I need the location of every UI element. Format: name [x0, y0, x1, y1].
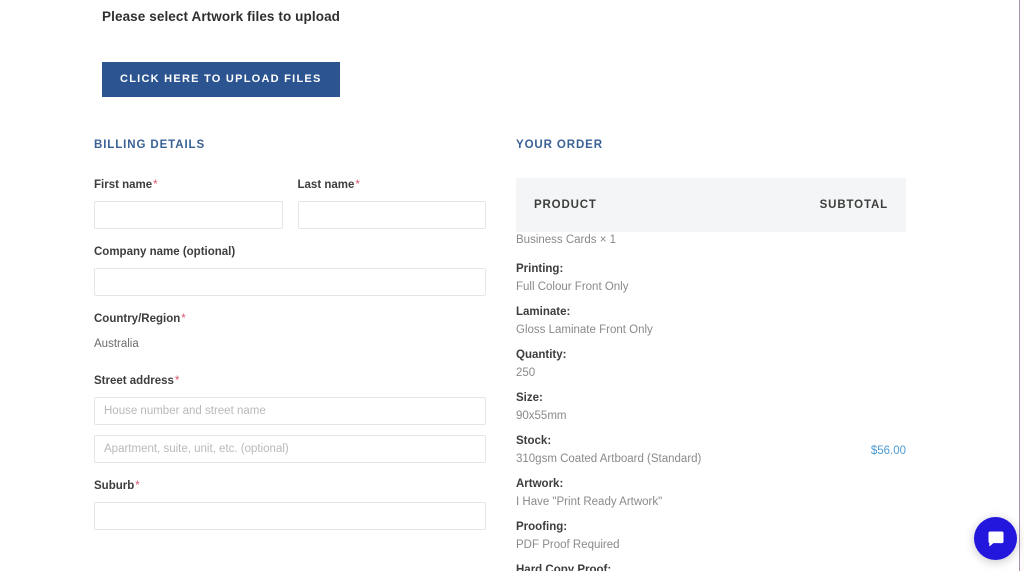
- chat-launcher-button[interactable]: [974, 517, 1017, 560]
- suburb-label: Suburb*: [94, 479, 486, 493]
- artwork-upload-title: Please select Artwork files to upload: [102, 8, 522, 26]
- name-field-row: First name* Last name*: [94, 178, 486, 245]
- order-meta-key: Printing:: [516, 262, 802, 277]
- order-meta-value: 310gsm Coated Artboard (Standard): [516, 452, 802, 467]
- order-item-subtotal-cell: $56.00: [802, 232, 906, 571]
- last-name-input[interactable]: [298, 201, 487, 229]
- order-meta-value: Full Colour Front Only: [516, 280, 802, 295]
- first-name-label: First name*: [94, 178, 283, 192]
- last-name-label-text: Last name: [298, 179, 355, 191]
- order-meta-value: PDF Proof Required: [516, 538, 802, 553]
- first-name-input[interactable]: [94, 201, 283, 229]
- country-region-value: Australia: [94, 335, 486, 352]
- order-meta-key: Size:: [516, 391, 802, 406]
- artwork-upload-section: Please select Artwork files to upload CL…: [102, 8, 522, 97]
- street-address-line2-input[interactable]: [94, 435, 486, 463]
- order-meta-key: Quantity:: [516, 348, 802, 363]
- order-meta-key: Proofing:: [516, 520, 802, 535]
- suburb-label-text: Suburb: [94, 480, 134, 492]
- first-name-label-text: First name: [94, 179, 152, 191]
- order-item-name: Business Cards × 1: [516, 232, 802, 248]
- order-column-product: PRODUCT: [516, 178, 802, 232]
- order-table-body: Business Cards × 1 Printing: Full Colour …: [516, 232, 906, 571]
- street-address-required-marker: *: [175, 375, 179, 387]
- order-meta-value: Gloss Laminate Front Only: [516, 323, 802, 338]
- order-line-item-row: Business Cards × 1 Printing: Full Colour …: [516, 232, 906, 571]
- billing-details-column: BILLING DETAILS First name* Last name* C…: [94, 138, 486, 546]
- your-order-heading: YOUR ORDER: [516, 138, 906, 152]
- order-meta-key: Stock:: [516, 434, 802, 449]
- first-name-required-marker: *: [153, 179, 157, 191]
- order-item-product-cell: Business Cards × 1 Printing: Full Colour …: [516, 232, 802, 571]
- country-region-field: Country/Region* Australia: [94, 312, 486, 352]
- last-name-field: Last name*: [298, 178, 487, 229]
- company-name-input[interactable]: [94, 268, 486, 296]
- suburb-input[interactable]: [94, 502, 486, 530]
- company-name-label: Company name (optional): [94, 245, 486, 259]
- order-item-subtotal-price: $56.00: [802, 444, 906, 459]
- billing-details-heading: BILLING DETAILS: [94, 138, 486, 152]
- street-address-field: Street address*: [94, 374, 486, 463]
- order-column-subtotal: SUBTOTAL: [802, 178, 906, 232]
- last-name-label: Last name*: [298, 178, 487, 192]
- order-header-row: PRODUCT SUBTOTAL: [516, 178, 906, 232]
- order-summary-table: PRODUCT SUBTOTAL Business Cards × 1 Prin…: [516, 178, 906, 571]
- order-meta-key: Artwork:: [516, 477, 802, 492]
- suburb-required-marker: *: [135, 480, 139, 492]
- order-meta-value: 90x55mm: [516, 409, 802, 424]
- order-item-meta-list: Printing: Full Colour Front Only Laminate:…: [516, 262, 802, 571]
- upload-files-button[interactable]: CLICK HERE TO UPLOAD FILES: [102, 62, 340, 97]
- suburb-field: Suburb*: [94, 479, 486, 530]
- country-region-label: Country/Region*: [94, 312, 486, 326]
- country-region-required-marker: *: [181, 313, 185, 325]
- subtotal-alignment-spacer: [802, 232, 906, 444]
- last-name-required-marker: *: [355, 179, 359, 191]
- company-name-field: Company name (optional): [94, 245, 486, 296]
- order-meta-value: 250: [516, 366, 802, 381]
- checkout-page: Please select Artwork files to upload CL…: [0, 0, 1024, 571]
- first-name-field: First name*: [94, 178, 283, 229]
- street-address-label-text: Street address: [94, 375, 174, 387]
- chat-bubble-icon: [986, 529, 1006, 549]
- country-region-label-text: Country/Region: [94, 313, 180, 325]
- order-table-head: PRODUCT SUBTOTAL: [516, 178, 906, 232]
- order-meta-value: I Have "Print Ready Artwork": [516, 495, 802, 510]
- page-right-gutter: [1020, 0, 1024, 571]
- order-meta-key: Laminate:: [516, 305, 802, 320]
- street-address-label: Street address*: [94, 374, 486, 388]
- order-meta-key: Hard Copy Proof:: [516, 563, 802, 571]
- street-address-line1-input[interactable]: [94, 397, 486, 425]
- your-order-column: YOUR ORDER PRODUCT SUBTOTAL Business Car…: [516, 138, 906, 571]
- page-right-edge-rule: [1019, 0, 1020, 571]
